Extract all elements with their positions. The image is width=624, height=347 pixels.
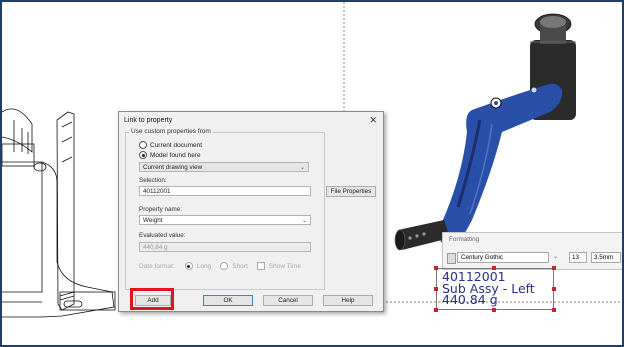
formatting-panel: Formatting Century Gothic ⌄ 13 3.5mm (442, 232, 622, 270)
date-short-label: Short (232, 262, 248, 270)
property-name-select[interactable]: Weight ⌄ (139, 215, 311, 225)
selection-handle[interactable] (434, 287, 438, 291)
evaluated-value-field: 440.84 g (139, 242, 311, 252)
model-source-select[interactable]: Current drawing view ⌄ (139, 162, 309, 172)
selection-field[interactable]: 40112001 (139, 186, 311, 196)
font-style-icon[interactable] (447, 253, 456, 264)
radio-button[interactable] (139, 141, 147, 149)
add-button-highlight (130, 288, 174, 310)
radio-current-document[interactable]: Current document (139, 141, 202, 149)
selection-handle[interactable] (492, 266, 496, 270)
linked-property-note[interactable]: 40112001 Sub Assy - Left 440.84 g (436, 268, 554, 310)
show-time-label: Show Time (268, 262, 301, 270)
date-format-row: Date format: Long Short Show Time (139, 262, 301, 270)
show-time-checkbox[interactable] (256, 262, 265, 270)
group-label: Use custom properties from (129, 128, 213, 135)
selection-handle[interactable] (434, 308, 438, 312)
radio-model-found-here[interactable]: Model found here (139, 151, 201, 159)
property-name-label: Property name: (139, 206, 183, 213)
left-drawing-view[interactable] (2, 108, 116, 318)
selection-handle[interactable] (434, 266, 438, 270)
radio-date-long[interactable] (184, 262, 193, 270)
ok-button[interactable]: OK (203, 295, 253, 306)
chevron-down-icon[interactable]: ⌄ (553, 253, 558, 260)
note-line-weight: 440.84 g (442, 292, 498, 307)
selection-handle[interactable] (552, 287, 556, 291)
evaluated-value-label: Evaluated value: (139, 232, 186, 239)
radio-label: Model found here (150, 151, 201, 159)
selection-handle[interactable] (552, 266, 556, 270)
selection-label: Selection: (139, 177, 167, 184)
date-long-label: Long (196, 262, 212, 270)
font-select[interactable]: Century Gothic (457, 252, 549, 263)
radio-button[interactable] (139, 151, 147, 159)
font-size-select[interactable]: 13 (569, 252, 587, 263)
dialog-title: Link to property (124, 117, 173, 124)
chevron-down-icon: ⌄ (301, 218, 307, 224)
link-to-property-dialog: Link to property ✕ Use custom properties… (118, 111, 384, 312)
crank-handle-3d-model[interactable] (394, 13, 576, 251)
cancel-button[interactable]: Cancel (263, 295, 313, 306)
file-properties-button[interactable]: File Properties (326, 186, 376, 197)
help-button[interactable]: Help (323, 295, 373, 306)
formatting-title: Formatting (449, 236, 480, 243)
date-format-label: Date format: (139, 262, 175, 270)
radio-label: Current document (150, 141, 203, 149)
drawing-sheet: Link to property ✕ Use custom properties… (0, 0, 624, 347)
select-value: Current drawing view (143, 164, 203, 171)
text-height-field[interactable]: 3.5mm (591, 252, 621, 263)
selection-handle[interactable] (492, 308, 496, 312)
selection-handle[interactable] (552, 308, 556, 312)
chevron-down-icon: ⌄ (299, 165, 305, 171)
radio-date-short[interactable] (220, 262, 229, 270)
close-icon[interactable]: ✕ (369, 115, 377, 126)
select-value: Weight (143, 217, 163, 224)
